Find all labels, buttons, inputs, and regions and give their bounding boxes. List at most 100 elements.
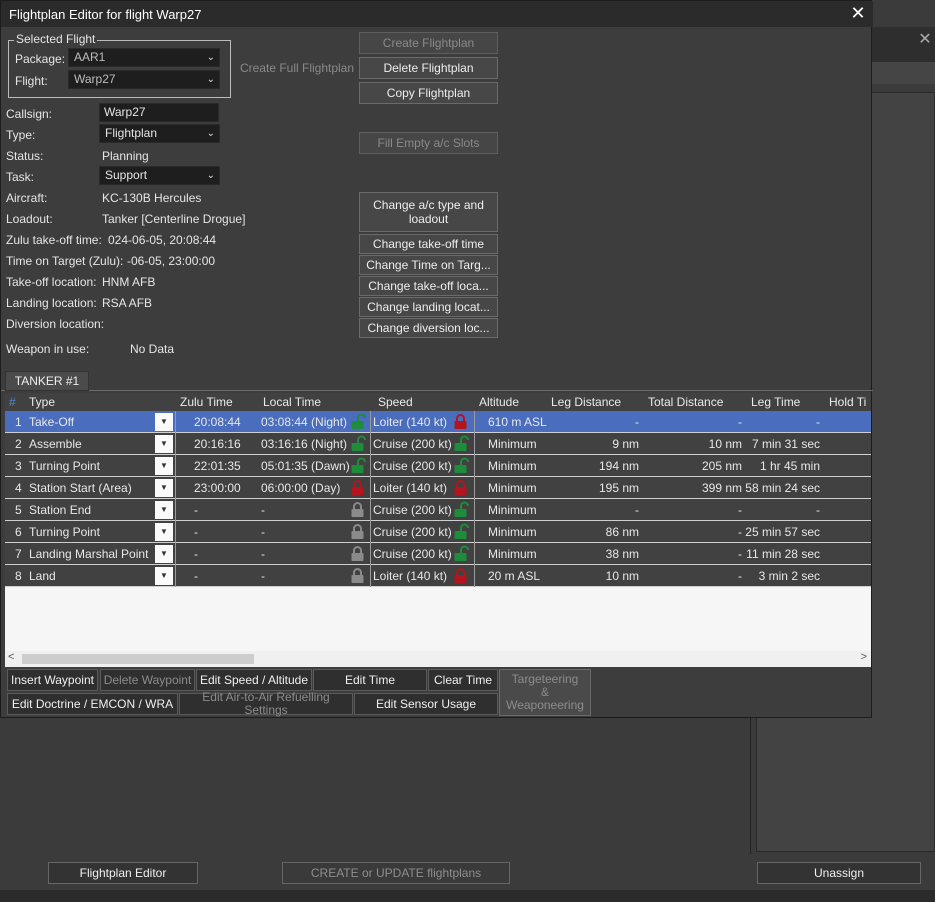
aircraft-value: KC-130B Hercules <box>102 191 202 205</box>
column-divider <box>474 433 475 455</box>
column-header[interactable]: Altitude <box>479 395 519 409</box>
speed-lock-icon[interactable] <box>452 413 469 430</box>
column-header[interactable]: Leg Distance <box>551 395 621 409</box>
flightplan-editor-button[interactable]: Flightplan Editor <box>48 862 198 884</box>
type-dropdown-icon[interactable]: ▼ <box>155 435 173 453</box>
change-takeoff-location-button[interactable]: Change take-off loca... <box>359 276 498 296</box>
speed: Loiter (140 kt) <box>373 569 448 583</box>
task-select[interactable]: Support ⌄ <box>99 166 220 185</box>
table-row[interactable]: 3 Turning Point ▼ 22:01:35 05:01:35 (Dawn) Cr… <box>5 455 871 477</box>
tab-tanker-1[interactable]: TANKER #1 <box>5 371 89 391</box>
column-divider <box>474 455 475 477</box>
time-lock-icon[interactable] <box>349 413 366 430</box>
column-header[interactable]: Type <box>29 395 55 409</box>
column-header[interactable]: Local Time <box>263 395 321 409</box>
scroll-left-icon[interactable]: < <box>8 651 14 663</box>
background-close-icon[interactable]: ✕ <box>917 31 933 49</box>
table-row[interactable]: 8 Land ▼ - - Loiter (140 kt) 20 m ASL 10 nm - 3 m… <box>5 565 871 587</box>
scroll-right-icon[interactable]: > <box>861 651 867 663</box>
column-header[interactable]: Leg Time <box>751 395 800 409</box>
type-dropdown-icon[interactable]: ▼ <box>155 567 173 585</box>
column-header[interactable]: Speed <box>378 395 413 409</box>
local-time: 05:01:35 (Dawn) <box>261 459 350 473</box>
leg-time: 11 min 28 sec <box>746 547 820 561</box>
time-lock-icon[interactable] <box>349 567 366 584</box>
create-update-flightplans-button[interactable]: CREATE or UPDATE flightplans <box>282 862 510 884</box>
delete-waypoint-button[interactable]: Delete Waypoint <box>100 669 195 691</box>
column-divider <box>474 565 475 587</box>
type-dropdown-icon[interactable]: ▼ <box>155 457 173 475</box>
time-lock-icon[interactable] <box>349 523 366 540</box>
type-dropdown-icon[interactable]: ▼ <box>155 413 173 431</box>
flight-select[interactable]: Warp27 ⌄ <box>68 70 220 89</box>
type-select[interactable]: Flightplan ⌄ <box>99 124 220 143</box>
column-divider <box>474 477 475 499</box>
weapon-in-use-value: No Data <box>130 342 175 356</box>
targeteering-weaponeering-button[interactable]: Targeteering & Weaponeering <box>499 669 591 716</box>
fill-empty-slots-button[interactable]: Fill Empty a/c Slots <box>359 132 498 154</box>
speed-lock-icon[interactable] <box>452 567 469 584</box>
table-row[interactable]: 2 Assemble ▼ 20:16:16 03:16:16 (Night) Cruise… <box>5 433 871 455</box>
change-landing-location-button[interactable]: Change landing locat... <box>359 297 498 317</box>
speed-lock-icon[interactable] <box>452 545 469 562</box>
table-row[interactable]: 7 Landing Marshal Point ▼ - - Cruise (200 kt)… <box>5 543 871 565</box>
change-time-on-target-button[interactable]: Change Time on Targ... <box>359 255 498 275</box>
selected-flight-legend: Selected Flight <box>14 32 98 46</box>
column-header[interactable]: # <box>9 395 16 409</box>
table-row[interactable]: 5 Station End ▼ - - Cruise (200 kt) Minimum - - - <box>5 499 871 521</box>
insert-waypoint-button[interactable]: Insert Waypoint <box>7 669 98 691</box>
change-takeoff-time-button[interactable]: Change take-off time <box>359 234 498 254</box>
type-dropdown-icon[interactable]: ▼ <box>155 479 173 497</box>
column-divider <box>370 477 371 499</box>
type-dropdown-icon[interactable]: ▼ <box>155 545 173 563</box>
time-lock-icon[interactable] <box>349 545 366 562</box>
edit-sensor-usage-button[interactable]: Edit Sensor Usage <box>354 693 498 715</box>
speed-lock-icon[interactable] <box>452 479 469 496</box>
column-header[interactable]: Hold Ti <box>829 395 866 409</box>
time-lock-icon[interactable] <box>349 501 366 518</box>
table-row[interactable]: 6 Turning Point ▼ - - Cruise (200 kt) Minimum 8… <box>5 521 871 543</box>
copy-flightplan-button[interactable]: Copy Flightplan <box>359 82 498 104</box>
speed-lock-icon[interactable] <box>452 501 469 518</box>
total-distance: 205 nm <box>701 459 742 473</box>
speed-lock-icon[interactable] <box>452 435 469 452</box>
edit-refuelling-settings-button[interactable]: Edit Air-to-Air Refuelling Settings <box>179 691 353 717</box>
close-icon[interactable]: ✕ <box>848 3 868 23</box>
horizontal-scrollbar[interactable]: < > <box>5 651 871 667</box>
column-header[interactable]: Zulu Time <box>180 395 233 409</box>
type-dropdown-icon[interactable]: ▼ <box>155 523 173 541</box>
loadout-value: Tanker [Centerline Drogue] <box>102 212 246 226</box>
task-label: Task: <box>6 170 35 184</box>
unassign-button[interactable]: Unassign <box>757 862 921 884</box>
type-dropdown-icon[interactable]: ▼ <box>155 501 173 519</box>
table-row[interactable]: 1 Take-Off ▼ 20:08:44 03:08:44 (Night) Loiter… <box>5 411 871 433</box>
create-full-flightplan-button[interactable]: Create Full Flightplan <box>237 57 357 79</box>
time-lock-icon[interactable] <box>349 457 366 474</box>
delete-flightplan-button[interactable]: Delete Flightplan <box>359 57 498 79</box>
takeoff-location-label: Take-off location: <box>6 275 97 289</box>
time-lock-icon[interactable] <box>349 479 366 496</box>
speed-lock-icon[interactable] <box>452 457 469 474</box>
speed: Loiter (140 kt) <box>373 415 448 429</box>
total-distance: 10 nm <box>708 437 742 451</box>
edit-speed-altitude-button[interactable]: Edit Speed / Altitude <box>196 669 312 691</box>
change-aircraft-loadout-button[interactable]: Change a/c type and loadout <box>359 192 498 232</box>
package-select[interactable]: AAR1 ⌄ <box>68 48 220 67</box>
callsign-input[interactable]: Warp27 <box>99 103 219 122</box>
time-lock-icon[interactable] <box>349 435 366 452</box>
edit-time-button[interactable]: Edit Time <box>313 669 427 691</box>
column-divider <box>175 433 176 455</box>
edit-doctrine-button[interactable]: Edit Doctrine / EMCON / WRA <box>7 693 178 715</box>
column-divider <box>370 455 371 477</box>
row-number: 8 <box>15 569 22 583</box>
change-diversion-location-button[interactable]: Change diversion loc... <box>359 318 498 338</box>
column-divider <box>175 411 176 433</box>
total-distance: - <box>738 415 742 429</box>
clear-time-button[interactable]: Clear Time <box>428 669 498 691</box>
speed-lock-icon[interactable] <box>452 523 469 540</box>
column-divider <box>370 521 371 543</box>
create-flightplan-button[interactable]: Create Flightplan <box>359 32 498 54</box>
column-header[interactable]: Total Distance <box>648 395 723 409</box>
table-row[interactable]: 4 Station Start (Area) ▼ 23:00:00 06:00:00 (… <box>5 477 871 499</box>
scroll-thumb[interactable] <box>22 654 254 664</box>
